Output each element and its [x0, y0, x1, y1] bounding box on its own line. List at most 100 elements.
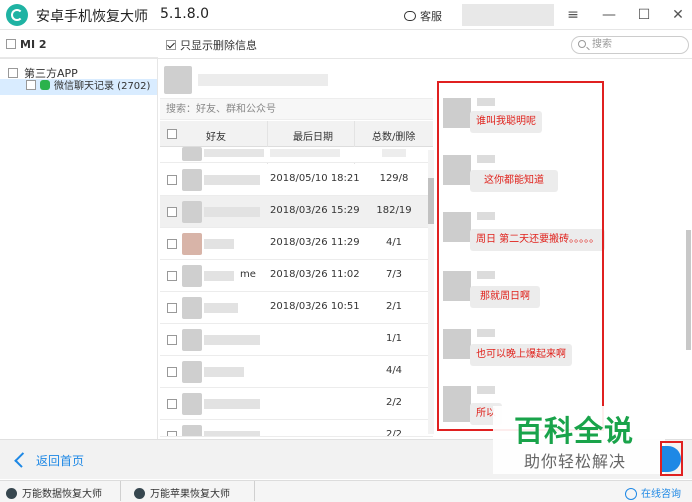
row-counts: 2/1: [385, 301, 403, 312]
contact-avatar: [164, 66, 192, 94]
deleted-only-checkbox[interactable]: [166, 40, 176, 50]
device-selector[interactable]: MI 2: [6, 38, 47, 51]
list-scrollbar-thumb[interactable]: [428, 178, 434, 224]
table-row[interactable]: me 2018/03/26 11:02 7/3: [160, 260, 433, 292]
status-item-2-label: 万能苹果恢复大师: [150, 489, 230, 500]
row-avatar: [182, 297, 202, 319]
recover-button[interactable]: [660, 441, 683, 476]
table-row[interactable]: 1/1: [160, 324, 433, 356]
row-counts: 2/2: [385, 429, 403, 437]
maximize-button[interactable]: ☐: [634, 5, 654, 25]
row-counts: 2/2: [385, 397, 403, 408]
tree-root-checkbox[interactable]: [8, 68, 18, 78]
status-item-1-label: 万能数据恢复大师: [22, 489, 102, 500]
row-date: 2018/03/26 11:29: [270, 237, 360, 248]
row-avatar: [182, 201, 202, 223]
contact-name-blurred: [198, 74, 328, 86]
row-checkbox[interactable]: [167, 303, 177, 313]
table-row[interactable]: 2018/03/26 10:51 2/1: [160, 292, 433, 324]
table-row[interactable]: 4/4: [160, 356, 433, 388]
chat-bubble-icon: [404, 11, 416, 21]
row-name-blurred: [204, 303, 238, 313]
row-checkbox[interactable]: [167, 399, 177, 409]
app-logo-icon: [6, 4, 28, 26]
row-name-blurred: [204, 431, 260, 436]
back-home-label: 返回首页: [36, 454, 85, 468]
row-name-blurred: [204, 239, 234, 249]
row-checkbox[interactable]: [167, 239, 177, 249]
online-consult-link[interactable]: 在线咨询: [625, 485, 681, 500]
chat-scrollbar[interactable]: [686, 230, 691, 350]
tree-item-wechat[interactable]: 微信聊天记录 (2702): [0, 79, 157, 95]
device-bar: MI 2: [0, 30, 158, 58]
row-avatar: [182, 265, 202, 287]
contact-search-input[interactable]: 搜索：好友、群和公众号: [160, 98, 433, 120]
row-checkbox[interactable]: [167, 271, 177, 281]
row-name-suffix: me: [240, 269, 256, 280]
row-checkbox[interactable]: [167, 335, 177, 345]
row-name-blurred: [204, 335, 260, 345]
wechat-icon: [40, 80, 50, 90]
menu-icon[interactable]: ≡: [563, 5, 583, 25]
table-row[interactable]: 2/2: [160, 388, 433, 420]
row-checkbox[interactable]: [167, 207, 177, 217]
select-all-checkbox[interactable]: [167, 129, 177, 139]
person-icon: [625, 488, 637, 500]
status-divider: [120, 481, 121, 501]
row-checkbox[interactable]: [167, 175, 177, 185]
table-row[interactable]: [160, 147, 433, 163]
table-row[interactable]: 2018/05/10 18:21 129/8: [160, 164, 433, 196]
row-avatar: [182, 147, 202, 161]
watermark-title: 百科全说: [514, 414, 635, 448]
back-home-link[interactable]: 返回首页: [14, 452, 85, 469]
watermark-subtitle: 助你轻松解决: [524, 452, 627, 471]
row-name-blurred: [204, 149, 264, 157]
row-avatar: [182, 393, 202, 415]
close-button[interactable]: ✕: [668, 5, 688, 25]
row-avatar: [182, 361, 202, 383]
col-counts[interactable]: 总数/删除: [372, 128, 415, 143]
search-placeholder: 搜索: [592, 39, 612, 50]
row-name-blurred: [204, 399, 260, 409]
minimize-button[interactable]: —: [599, 5, 619, 25]
data-recovery-icon: [6, 488, 17, 499]
deleted-only-filter[interactable]: 只显示删除信息: [166, 37, 257, 53]
row-avatar: [182, 233, 202, 255]
status-link-data-recovery[interactable]: 万能数据恢复大师: [6, 485, 102, 500]
row-checkbox[interactable]: [167, 431, 177, 436]
search-input[interactable]: 搜索: [571, 36, 689, 54]
tree-child-label: 微信聊天记录 (2702): [54, 81, 151, 92]
status-divider: [254, 481, 255, 501]
status-link-apple-recovery[interactable]: 万能苹果恢复大师: [134, 485, 230, 500]
row-name-blurred: [204, 175, 260, 185]
row-avatar: [182, 169, 202, 191]
table-header: 好友 最后日期 总数/删除: [160, 121, 433, 147]
table-row[interactable]: 2/2: [160, 420, 433, 437]
row-counts: 1/1: [385, 333, 403, 344]
apple-recovery-icon: [134, 488, 145, 499]
category-tree: 第三方APP 微信聊天记录 (2702): [0, 59, 158, 439]
row-date: 2018/03/26 10:51: [270, 301, 360, 312]
row-date: 2018/03/26 15:29: [270, 205, 360, 216]
device-checkbox[interactable]: [6, 39, 16, 49]
app-version: 5.1.8.0: [160, 6, 209, 22]
row-name-blurred: [204, 367, 244, 377]
back-arrow-icon: [14, 452, 30, 468]
customer-service-label: 客服: [420, 10, 442, 23]
row-counts: 182/19: [376, 205, 412, 216]
row-date: 2018/05/10 18:21: [270, 173, 360, 184]
table-row[interactable]: 2018/03/26 11:29 4/1: [160, 228, 433, 260]
col-friend[interactable]: 好友: [206, 128, 226, 143]
col-last-date[interactable]: 最后日期: [293, 128, 333, 143]
row-counts: 4/1: [385, 237, 403, 248]
tree-child-checkbox[interactable]: [26, 80, 36, 90]
deleted-only-label: 只显示删除信息: [180, 39, 257, 52]
table-row-selected[interactable]: 2018/03/26 15:29 182/19: [160, 196, 433, 228]
customer-service-button[interactable]: 客服: [404, 8, 442, 24]
row-checkbox[interactable]: [167, 367, 177, 377]
account-avatar[interactable]: [462, 4, 554, 26]
status-bar: [0, 480, 692, 502]
device-name: MI 2: [20, 38, 47, 51]
app-title: 安卓手机恢复大师: [36, 9, 148, 25]
selected-contact-header: [164, 66, 334, 94]
